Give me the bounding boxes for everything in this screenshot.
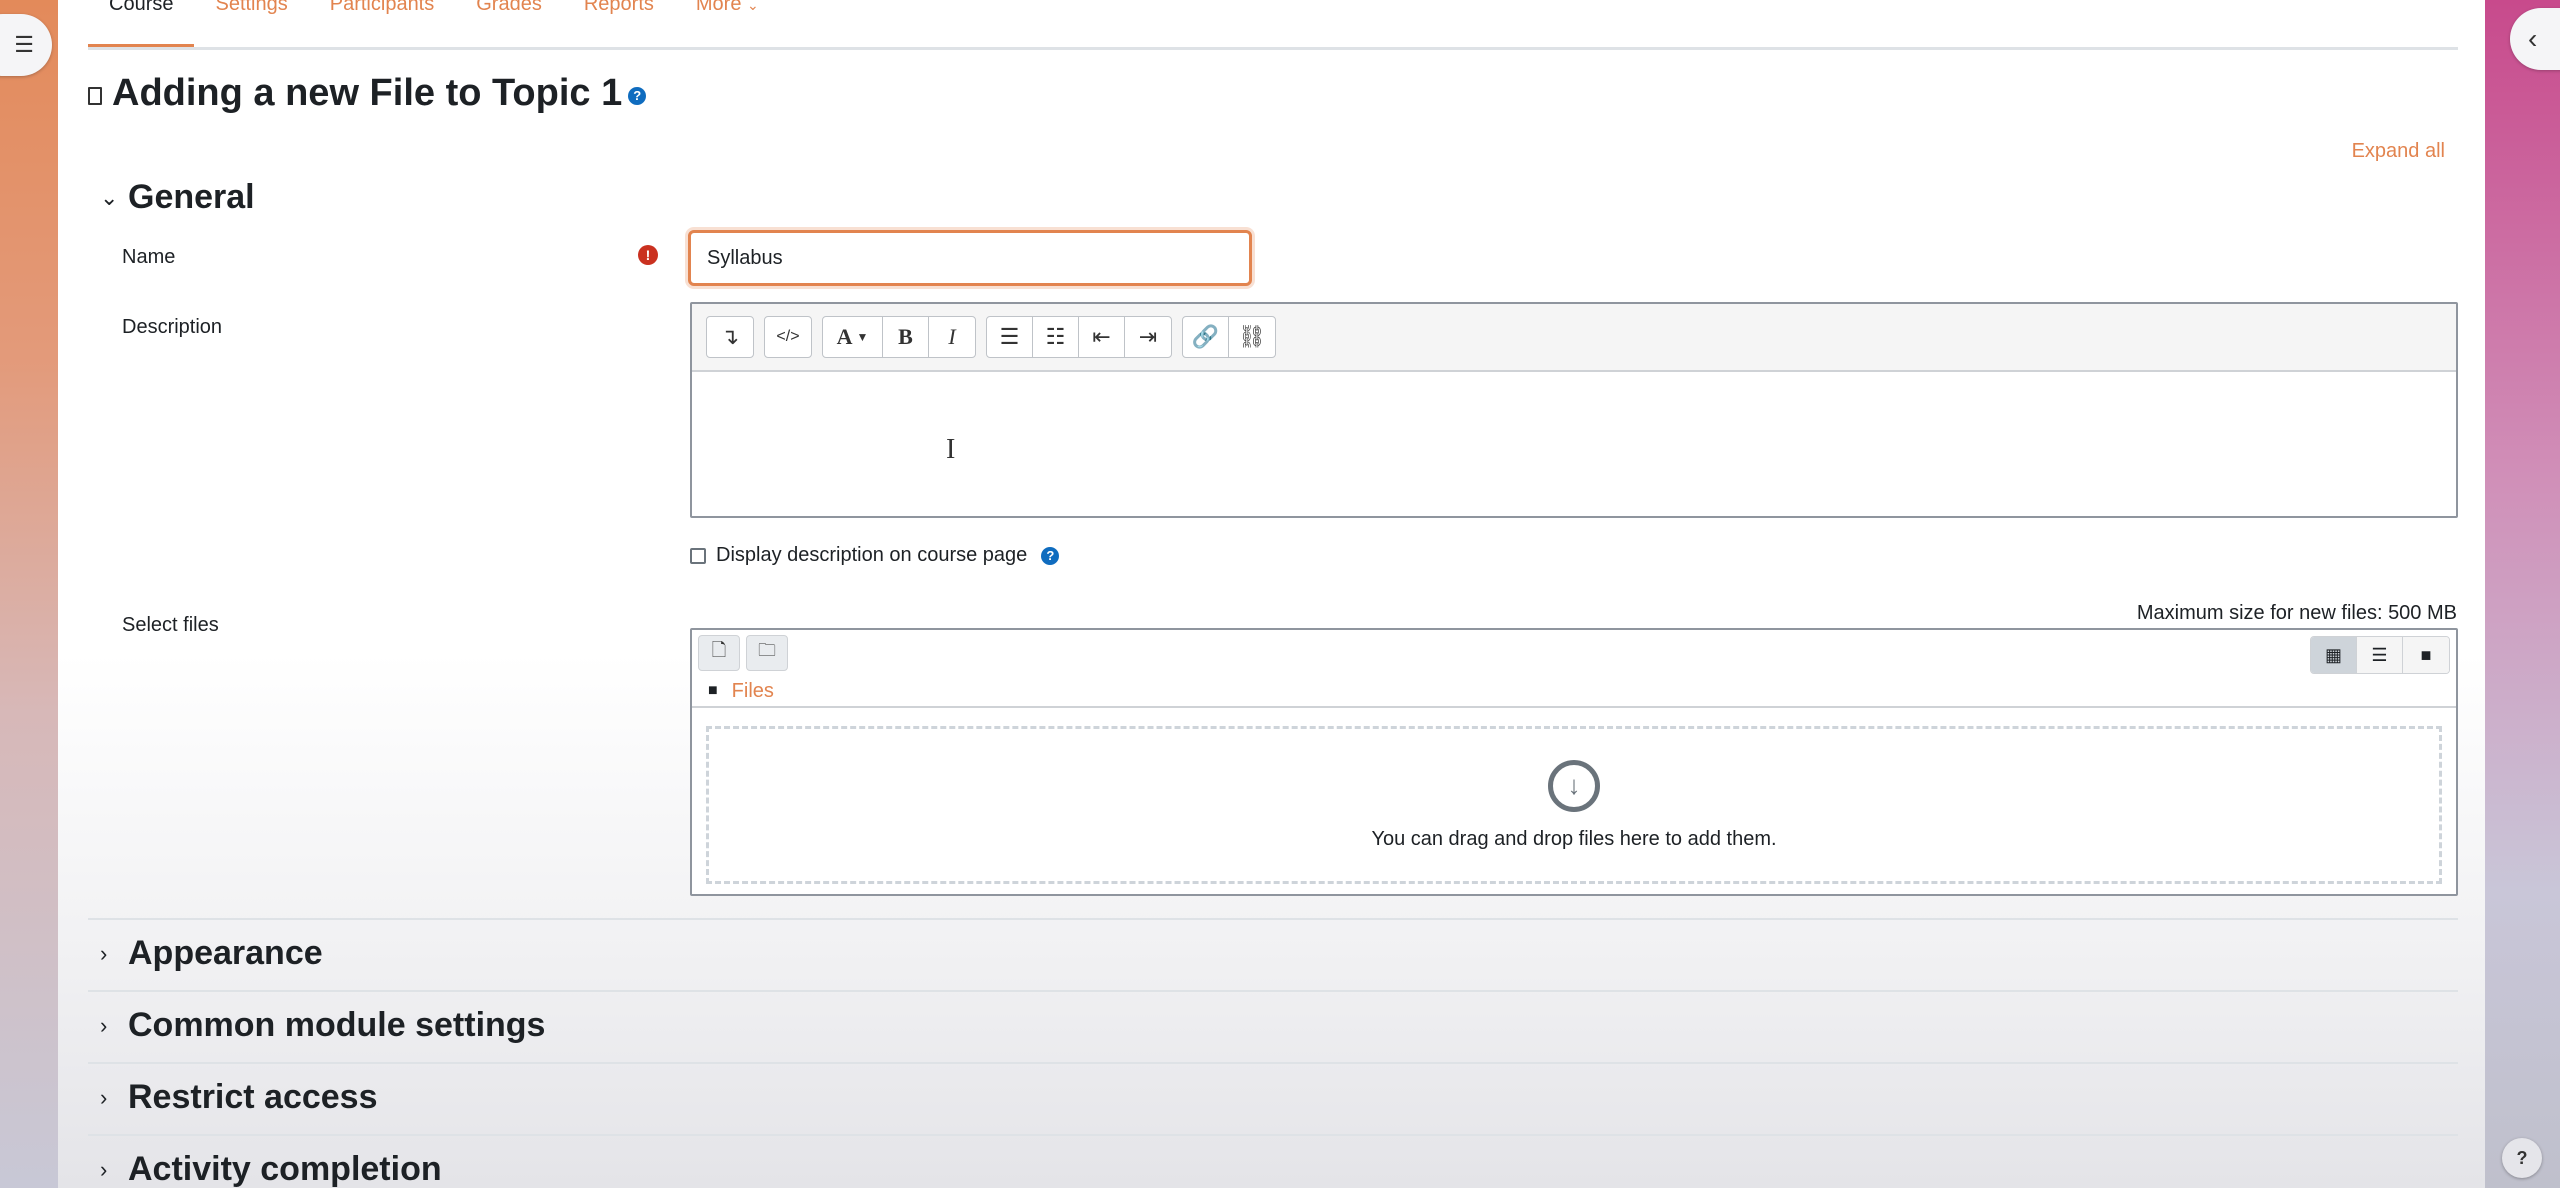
section-common-module-header[interactable]: › Common module settings [100, 1006, 545, 1045]
section-appearance-title: Appearance [128, 934, 323, 972]
editor-toolbar: ↴ </> A ▼ B I ☰ ☷ ⇤ ⇥ 🔗 ⛓ [692, 304, 2456, 372]
section-divider [88, 1062, 2458, 1064]
drop-message: You can drag and drop files here to add … [1371, 827, 1777, 850]
text-cursor-icon: I [946, 434, 956, 465]
font-style-label: A [836, 324, 853, 349]
help-icon[interactable]: ? [628, 86, 647, 105]
max-size-text: Maximum size for new files: 500 MB [2136, 602, 2457, 624]
main-content: Course Settings Participants Grades Repo… [58, 0, 2485, 1188]
tab-settings[interactable]: Settings [194, 0, 308, 47]
unordered-list-icon[interactable]: ☰ [987, 317, 1033, 357]
section-appearance-header[interactable]: › Appearance [100, 934, 323, 973]
link-icon[interactable]: 🔗 [1183, 317, 1229, 357]
section-activity-completion-header[interactable]: › Activity completion [100, 1150, 442, 1188]
show-more-buttons-icon[interactable]: ↴ [707, 317, 753, 357]
section-restrict-access-title: Restrict access [128, 1078, 378, 1116]
name-label: Name [122, 246, 176, 268]
italic-button[interactable]: I [929, 317, 975, 357]
paragraph-styles-button[interactable]: A ▼ [823, 317, 883, 357]
toolbar-group-links: 🔗 ⛓ [1182, 316, 1276, 358]
toolbar-group-html: </> [764, 316, 812, 358]
chevron-right-icon: › [100, 1012, 108, 1038]
help-button[interactable]: ? [2502, 1138, 2542, 1178]
required-icon: ! [638, 245, 658, 265]
chevron-right-icon: › [100, 1156, 108, 1182]
description-textarea[interactable]: I [692, 372, 2456, 516]
indent-icon[interactable]: ⇥ [1125, 317, 1171, 357]
caret-down-icon: ▼ [856, 329, 869, 344]
download-icon: ↓ [1548, 759, 1600, 812]
section-general-header[interactable]: ⌄ General [100, 178, 255, 217]
page-heading: Adding a new File to Topic 1 ? [88, 72, 647, 115]
toolbar-group-collapse: ↴ [706, 316, 754, 358]
toolbar-group-lists: ☰ ☷ ⇤ ⇥ [986, 316, 1172, 358]
section-divider [88, 918, 2458, 920]
chevron-left-icon: ‹ [2528, 23, 2538, 54]
chevron-down-icon: ⌄ [747, 0, 759, 13]
tab-more[interactable]: More ⌄ [675, 0, 780, 47]
html-code-icon[interactable]: </> [765, 317, 811, 357]
list-icon: ☰ [14, 32, 34, 57]
folder-view-icon[interactable]: ■ [2403, 637, 2449, 673]
bold-button[interactable]: B [883, 317, 929, 357]
file-drop-zone[interactable]: ↓ You can drag and drop files here to ad… [706, 726, 2442, 884]
display-description-checkbox[interactable] [690, 547, 706, 564]
section-divider [88, 990, 2458, 992]
chevron-down-icon: ⌄ [100, 184, 119, 210]
toolbar-group-style: A ▼ B I [822, 316, 976, 358]
left-background [0, 0, 58, 1188]
add-file-icon[interactable]: 🗋 [698, 635, 740, 671]
outdent-icon[interactable]: ⇤ [1079, 317, 1125, 357]
display-description-label: Display description on course page [716, 544, 1028, 566]
section-activity-completion-title: Activity completion [128, 1150, 442, 1188]
list-view-icon[interactable]: ☰ [2357, 637, 2403, 673]
section-restrict-access-header[interactable]: › Restrict access [100, 1078, 378, 1117]
description-label: Description [122, 316, 223, 338]
description-editor: ↴ </> A ▼ B I ☰ ☷ ⇤ ⇥ 🔗 ⛓ I [690, 302, 2458, 518]
select-files-label: Select files [122, 614, 219, 636]
italic-label: I [948, 324, 956, 349]
folder-icon: ■ [708, 682, 718, 699]
grid-view-icon[interactable]: ▦ [2311, 637, 2357, 673]
tab-course[interactable]: Course [88, 0, 195, 47]
chevron-right-icon: › [100, 940, 108, 966]
file-path-breadcrumb: ■ Files [692, 676, 2456, 708]
ordered-list-icon[interactable]: ☷ [1033, 317, 1079, 357]
name-input[interactable] [688, 230, 1252, 286]
expand-all-link[interactable]: Expand all [2352, 140, 2445, 163]
files-path-link[interactable]: Files [732, 680, 774, 703]
page-title: Adding a new File to Topic 1 [112, 72, 623, 114]
file-picker: 🗋 🗀 ▦ ☰ ■ ■ Files ↓ You can drag and dro… [690, 628, 2458, 896]
tab-participants[interactable]: Participants [309, 0, 456, 47]
bold-label: B [898, 324, 913, 349]
file-picker-toolbar: 🗋 🗀 [692, 630, 2456, 676]
view-switcher: ▦ ☰ ■ [2310, 636, 2450, 674]
section-common-module-title: Common module settings [128, 1006, 546, 1044]
tab-grades[interactable]: Grades [455, 0, 563, 47]
create-folder-icon[interactable]: 🗀 [746, 635, 788, 671]
right-background [2485, 0, 2560, 1188]
tab-more-label: More [695, 0, 742, 15]
file-icon [88, 86, 102, 105]
display-description-row: Display description on course page ? [690, 544, 1060, 567]
chevron-right-icon: › [100, 1084, 108, 1110]
secondary-navigation: Course Settings Participants Grades Repo… [88, 0, 2458, 50]
unlink-icon[interactable]: ⛓ [1229, 317, 1275, 357]
section-divider [88, 1134, 2458, 1136]
section-general-title: General [128, 178, 255, 216]
tab-reports[interactable]: Reports [563, 0, 675, 47]
help-icon[interactable]: ? [1041, 546, 1060, 565]
